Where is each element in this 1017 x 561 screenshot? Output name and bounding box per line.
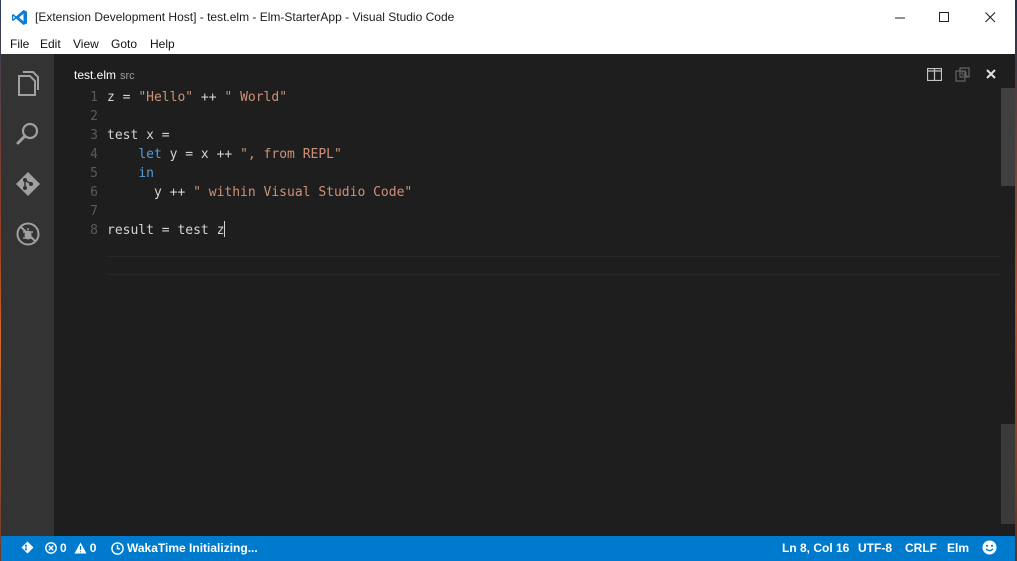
line-text: y ++ " within Visual Studio Code" [107,185,413,200]
maximize-icon [938,11,949,22]
vertical-scrollbar[interactable] [1001,88,1015,536]
line-text: test x = [107,128,170,143]
tab-path: src [120,70,135,82]
menu-help[interactable]: Help [150,37,175,51]
line-number: 2 [90,109,98,124]
explorer-icon[interactable] [14,70,42,98]
current-line-highlight [107,256,1012,275]
menu-file[interactable]: File [10,37,29,51]
editor-area: test.elm src 1 z = "Hello" ++ " World" 2 3 te… [54,54,1015,536]
open-changes-icon[interactable] [955,66,971,82]
menu-view[interactable]: View [73,37,99,51]
scrollbar-overview [1001,424,1015,524]
split-editor-icon[interactable] [926,66,942,82]
encoding-indicator[interactable]: UTF-8 [858,541,892,555]
git-icon[interactable] [14,170,42,198]
line-text: let y = x ++ ", from REPL" [138,147,342,162]
line-text: result = test z [107,221,226,238]
tab-filename: test.elm [74,68,117,82]
code-line[interactable]: 5 in [54,164,1009,183]
text-cursor [224,221,226,237]
line-number: 3 [90,128,98,143]
line-number: 7 [90,204,98,219]
window-title: [Extension Development Host] - test.elm … [35,10,455,24]
scrollbar-thumb[interactable] [1001,88,1015,186]
menu-bar: File Edit View Goto Help [1,34,1015,54]
debug-icon[interactable] [14,220,42,248]
status-bar: 0 0 WakaTime Initializing... Ln 8, Col 1… [1,536,1015,561]
code-line[interactable]: 3 test x = [54,126,1009,145]
line-number: 8 [90,223,98,238]
title-bar: [Extension Development Host] - test.elm … [1,0,1015,34]
minimize-button[interactable] [877,0,923,34]
line-text: z = "Hello" ++ " World" [107,90,288,105]
clock-icon [111,541,124,555]
code-line[interactable]: 7 [54,202,1009,221]
activity-bar [1,54,54,536]
wakatime-label: WakaTime Initializing... [127,541,258,555]
code-line[interactable]: 2 [54,107,1009,126]
error-icon [45,542,57,554]
warning-count: 0 [89,541,97,555]
line-number: 6 [90,185,98,200]
menu-edit[interactable]: Edit [40,37,61,51]
warning-icon [74,542,87,554]
close-editor-icon[interactable] [983,66,999,82]
language-mode[interactable]: Elm [947,541,969,555]
code-line[interactable]: 6 y ++ " within Visual Studio Code" [54,183,1009,202]
code-line[interactable]: 4 let y = x ++ ", from REPL" [54,145,1009,164]
line-number: 4 [90,147,98,162]
vscode-window: [Extension Development Host] - test.elm … [1,0,1015,561]
search-icon[interactable] [14,120,42,148]
git-status-icon[interactable] [21,541,34,554]
line-text: in [138,166,154,181]
code-line[interactable]: 1 z = "Hello" ++ " World" [54,88,1009,107]
line-number: 1 [90,90,98,105]
feedback-smiley-icon[interactable] [982,540,997,555]
cursor-position[interactable]: Ln 8, Col 16 [782,541,849,555]
menu-goto[interactable]: Goto [111,37,137,51]
close-window-button[interactable] [967,0,1013,34]
problems-indicator[interactable]: 0 0 [45,541,96,555]
error-count: 0 [60,541,67,555]
vscode-logo-icon [11,9,28,26]
wakatime-status[interactable]: WakaTime Initializing... [111,541,258,555]
code-line[interactable]: 8 result = test z [54,221,1009,240]
close-window-icon [984,11,995,22]
editor-tab-title[interactable]: test.elm src [74,68,135,82]
eol-indicator[interactable]: CRLF [905,541,937,555]
line-number: 5 [90,166,98,181]
minimize-icon [894,17,905,18]
maximize-button[interactable] [921,0,967,34]
